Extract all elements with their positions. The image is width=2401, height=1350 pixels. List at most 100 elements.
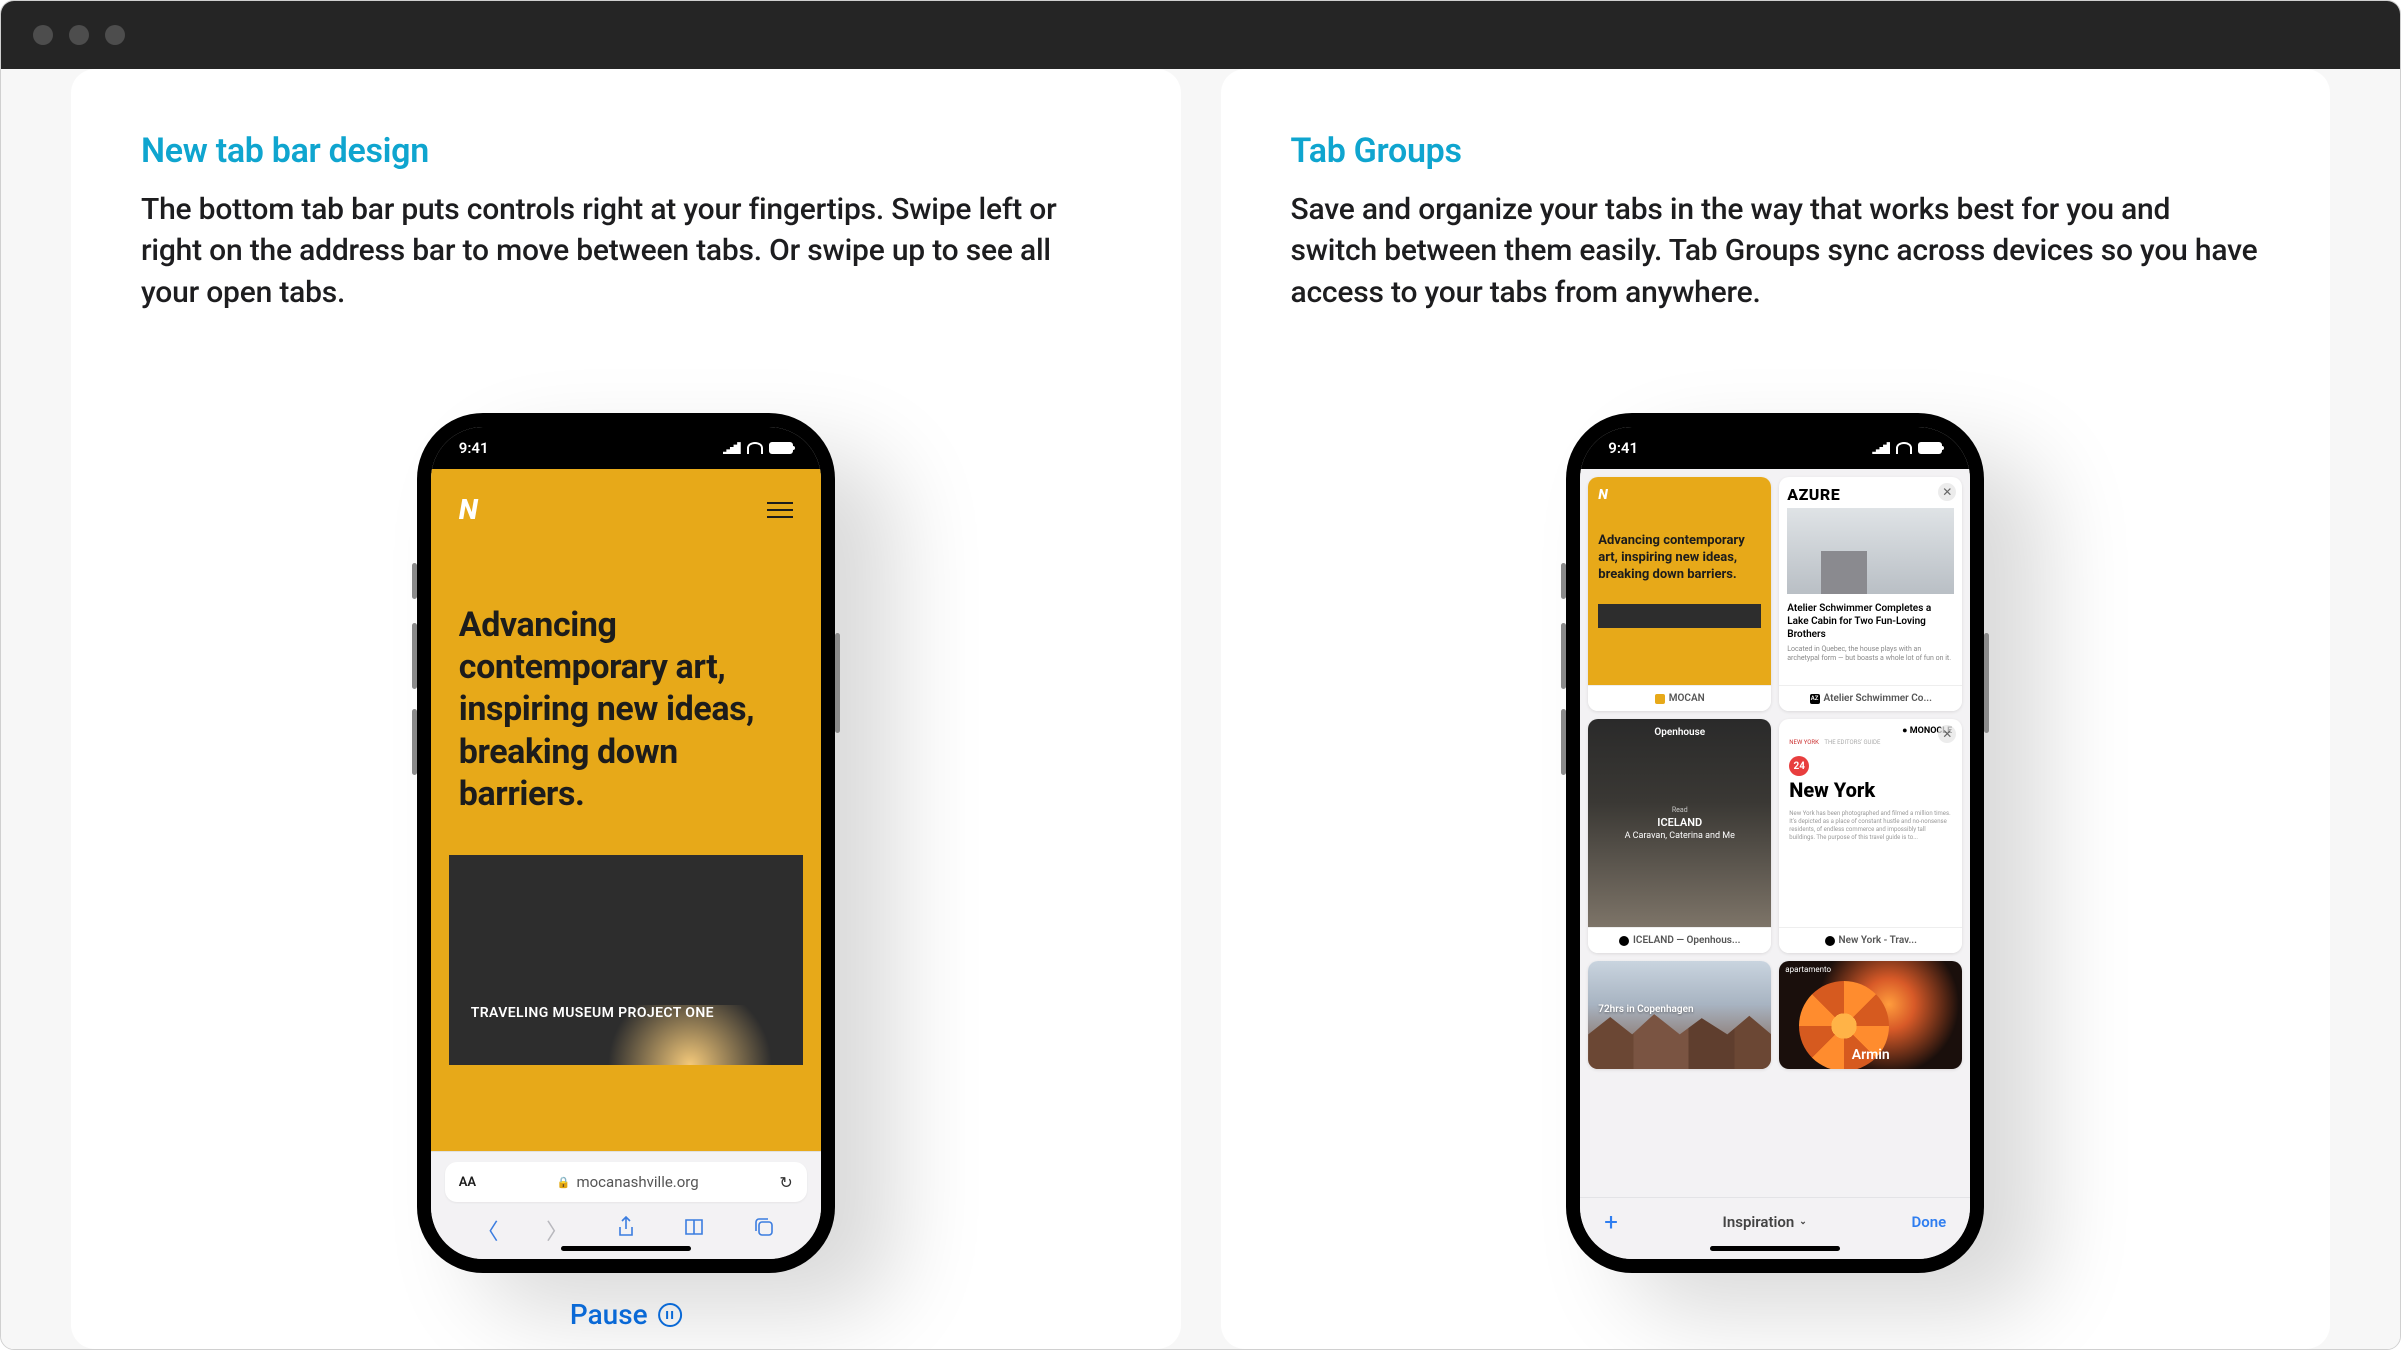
- wifi-icon: [747, 442, 763, 454]
- minimize-window-button[interactable]: [69, 25, 89, 45]
- tile-brand: Openhouse: [1596, 727, 1763, 738]
- pause-label: Pause: [570, 1298, 648, 1331]
- home-indicator: [1710, 1246, 1840, 1251]
- site-header: N: [431, 469, 821, 550]
- status-right: [1872, 442, 1942, 454]
- volume-down-button: [1561, 709, 1566, 775]
- feature-heading: Tab Groups: [1291, 131, 2261, 171]
- phone-illustration-right: 9:41 ✕: [1291, 413, 2261, 1349]
- app-window: New tab bar design The bottom tab bar pu…: [0, 0, 2401, 1350]
- tab-tile-azure[interactable]: ✕ AZURE Atelier Schwimmer Completes a La…: [1779, 477, 1962, 711]
- pause-button[interactable]: Pause: [570, 1298, 682, 1331]
- tile-headline: Atelier Schwimmer Completes a Lake Cabin…: [1787, 602, 1954, 641]
- safari-bottom-bar: AA 🔒 mocanashville.org ↻ 〈 〉: [431, 1151, 821, 1259]
- tab-tile-mocan[interactable]: ✕ N Advancing contemporary art, inspirin…: [1588, 477, 1771, 711]
- tabs-button[interactable]: [753, 1216, 775, 1244]
- favicon: [1619, 936, 1629, 946]
- tab-group-selector[interactable]: Inspiration ⌄: [1723, 1213, 1807, 1231]
- mute-switch: [412, 563, 417, 599]
- battery-icon: [769, 442, 793, 454]
- forward-button[interactable]: 〉: [546, 1214, 568, 1246]
- tab-tile-monocle[interactable]: ✕ ● MONOCLE NEW YORK THE EDITORS' GUIDE …: [1779, 719, 1962, 953]
- hero-text: Advancing contemporary art, inspiring ne…: [431, 550, 821, 835]
- project-label: TRAVELING MUSEUM PROJECT ONE: [471, 1005, 714, 1021]
- volume-down-button: [412, 709, 417, 775]
- signal-icon: [723, 442, 741, 454]
- text-size-button[interactable]: AA: [459, 1175, 476, 1190]
- iphone-mockup: 9:41 N: [417, 413, 835, 1273]
- tile-footer: MOCAN: [1588, 685, 1771, 711]
- iphone-mockup: 9:41 ✕: [1566, 413, 1984, 1273]
- hero-image: TRAVELING MUSEUM PROJECT ONE: [449, 855, 803, 1065]
- close-window-button[interactable]: [33, 25, 53, 45]
- chevron-down-icon: ⌄: [1799, 1217, 1807, 1227]
- volume-up-button: [1561, 623, 1566, 689]
- power-button: [835, 633, 840, 733]
- tabs-grid: ✕ N Advancing contemporary art, inspirin…: [1588, 477, 1962, 1069]
- volume-up-button: [412, 623, 417, 689]
- phone-notch: [1685, 413, 1865, 443]
- tile-sub: Located in Quebec, the house plays with …: [1787, 645, 1954, 663]
- tile-image: [1588, 1011, 1771, 1069]
- favicon: AZ: [1810, 694, 1820, 704]
- feature-heading: New tab bar design: [141, 131, 1111, 171]
- tile-desc: New York has been photographed and filme…: [1789, 810, 1952, 841]
- site-logo: N: [459, 493, 476, 526]
- address-text: 🔒 mocanashville.org: [557, 1173, 699, 1191]
- status-time: 9:41: [459, 439, 489, 457]
- tile-image: [1787, 508, 1954, 594]
- new-tab-button[interactable]: +: [1604, 1208, 1618, 1236]
- tile-footer: AZ Atelier Schwimmer Co...: [1779, 685, 1962, 711]
- tile-kicker: Read: [1596, 806, 1763, 814]
- tile-tag: NEW YORK THE EDITORS' GUIDE: [1789, 739, 1952, 746]
- feature-body: Save and organize your tabs in the way t…: [1291, 189, 2261, 313]
- done-button[interactable]: Done: [1912, 1213, 1947, 1231]
- mute-switch: [1561, 563, 1566, 599]
- tile-city: New York: [1789, 778, 1952, 802]
- status-time: 9:41: [1608, 439, 1638, 457]
- favicon: [1655, 694, 1665, 704]
- tile-logo: N: [1598, 487, 1761, 503]
- tab-group-toolbar: + Inspiration ⌄ Done: [1580, 1197, 1970, 1259]
- share-button[interactable]: [616, 1215, 636, 1245]
- status-right: [723, 442, 793, 454]
- phone-screen: 9:41 N: [431, 427, 821, 1259]
- tile-sub: A Caravan, Caterina and Me: [1596, 831, 1763, 841]
- feature-body: The bottom tab bar puts controls right a…: [141, 189, 1111, 313]
- window-titlebar: [1, 1, 2400, 69]
- battery-icon: [1918, 442, 1942, 454]
- traffic-lights: [33, 25, 125, 45]
- badge: 24: [1789, 756, 1809, 776]
- phone-illustration-left: 9:41 N: [141, 413, 1111, 1349]
- reload-icon[interactable]: ↻: [779, 1173, 792, 1192]
- tab-tile-apartamento[interactable]: ✕ apartamento Armin: [1779, 961, 1962, 1069]
- tile-name: Armin: [1779, 1047, 1962, 1063]
- tile-title: ICELAND: [1596, 816, 1763, 829]
- tab-tile-openhouse[interactable]: ✕ Openhouse Read ICELAND A Caravan, Cate…: [1588, 719, 1771, 953]
- signal-icon: [1872, 442, 1890, 454]
- tile-brand: ● MONOCLE: [1789, 725, 1952, 736]
- safari-toolbar: 〈 〉: [431, 1212, 821, 1259]
- address-bar[interactable]: AA 🔒 mocanashville.org ↻: [445, 1162, 807, 1202]
- feature-card-tab-bar: New tab bar design The bottom tab bar pu…: [71, 69, 1181, 1349]
- tab-groups-overview: ✕ N Advancing contemporary art, inspirin…: [1580, 469, 1970, 1197]
- content-area: New tab bar design The bottom tab bar pu…: [1, 69, 2400, 1349]
- home-indicator: [561, 1246, 691, 1251]
- tile-footer: New York - Trav...: [1779, 927, 1962, 953]
- tile-brand: apartamento: [1785, 965, 1831, 974]
- tile-overlay: 72hrs in Copenhagen: [1598, 1004, 1693, 1015]
- hamburger-icon[interactable]: [767, 502, 793, 518]
- safari-page-content: N Advancing contemporary art, inspiring …: [431, 469, 821, 1151]
- back-button[interactable]: 〈: [477, 1214, 499, 1246]
- tile-footer: ICELAND — Openhous...: [1588, 927, 1771, 953]
- power-button: [1984, 633, 1989, 733]
- favicon: [1825, 936, 1835, 946]
- phone-notch: [536, 413, 716, 443]
- phone-screen: 9:41 ✕: [1580, 427, 1970, 1259]
- tile-hero: Advancing contemporary art, inspiring ne…: [1598, 533, 1761, 584]
- tab-tile-copenhagen[interactable]: ✕ 72hrs in Copenhagen: [1588, 961, 1771, 1069]
- fullscreen-window-button[interactable]: [105, 25, 125, 45]
- wifi-icon: [1896, 442, 1912, 454]
- tile-brand: AZURE: [1787, 485, 1954, 504]
- bookmarks-button[interactable]: [683, 1217, 705, 1243]
